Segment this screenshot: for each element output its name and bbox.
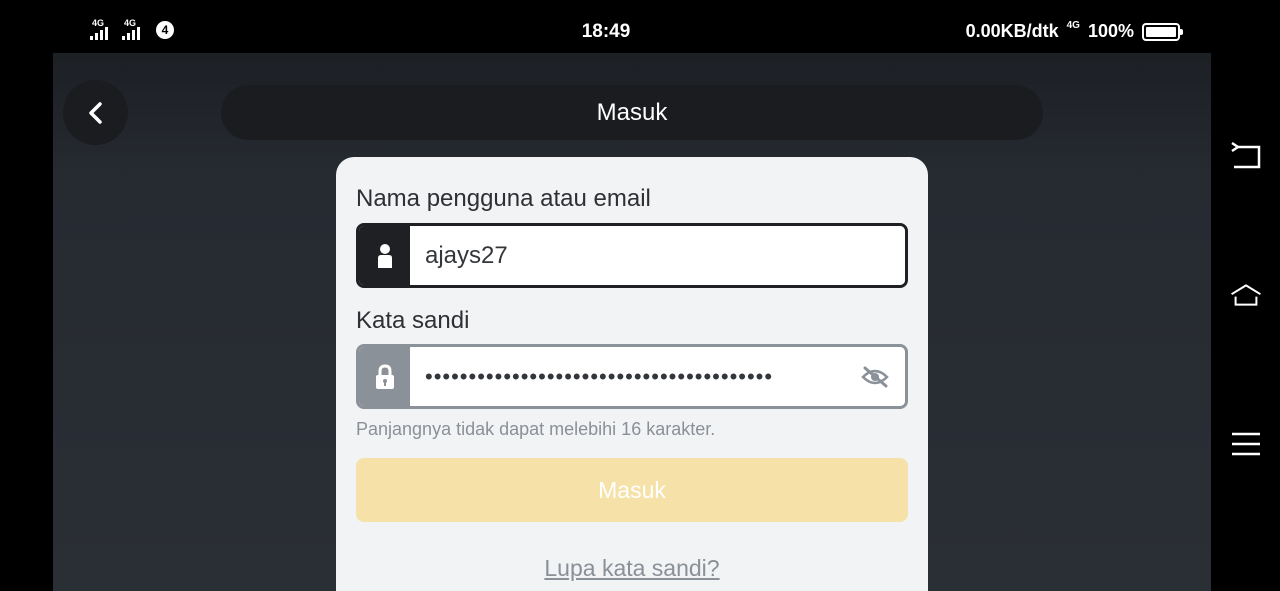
username-field-wrapper — [356, 223, 908, 288]
login-card: Nama pengguna atau email Kata sandi — [336, 157, 928, 591]
password-label: Kata sandi — [356, 307, 470, 334]
data-speed: 0.00KB/dtk — [965, 21, 1059, 41]
system-nav-bar — [1211, 53, 1280, 591]
lock-icon — [375, 363, 394, 389]
system-menu-icon — [1232, 432, 1260, 456]
system-home-icon — [1231, 284, 1261, 306]
back-button[interactable] — [63, 80, 128, 145]
system-menu-button[interactable] — [1230, 428, 1262, 460]
page-title: Masuk — [596, 98, 668, 126]
username-icon-box — [359, 226, 410, 285]
system-back-button[interactable] — [1230, 140, 1262, 172]
username-label: Nama pengguna atau email — [356, 185, 651, 212]
toggle-password-visibility-button[interactable] — [845, 347, 905, 406]
system-home-button[interactable] — [1230, 279, 1262, 311]
forgot-password-link[interactable]: Lupa kata sandi? — [336, 555, 928, 582]
status-right: 0.00KB/dtk 4G 100% — [965, 20, 1183, 42]
network-type-label: 4G — [1066, 20, 1080, 31]
status-bar: 4G 4G 4 18:49 0.00KB/dtk 4G 100% — [0, 0, 1280, 56]
page-title-bar: Masuk — [221, 85, 1043, 140]
user-icon — [377, 243, 392, 268]
system-back-icon — [1231, 142, 1261, 169]
battery-icon — [1142, 22, 1183, 41]
app-screen: Masuk Nama pengguna atau email Kata sand… — [53, 53, 1211, 591]
password-hint: Panjangnya tidak dapat melebihi 16 karak… — [356, 419, 716, 439]
password-field-wrapper — [356, 344, 908, 409]
password-icon-box — [359, 347, 410, 406]
chevron-left-icon — [88, 101, 102, 124]
login-button[interactable]: Masuk — [356, 458, 908, 522]
username-input[interactable] — [410, 226, 905, 285]
eye-off-icon — [861, 366, 889, 387]
password-input[interactable] — [410, 347, 845, 406]
battery-percent: 100% — [1087, 21, 1134, 41]
